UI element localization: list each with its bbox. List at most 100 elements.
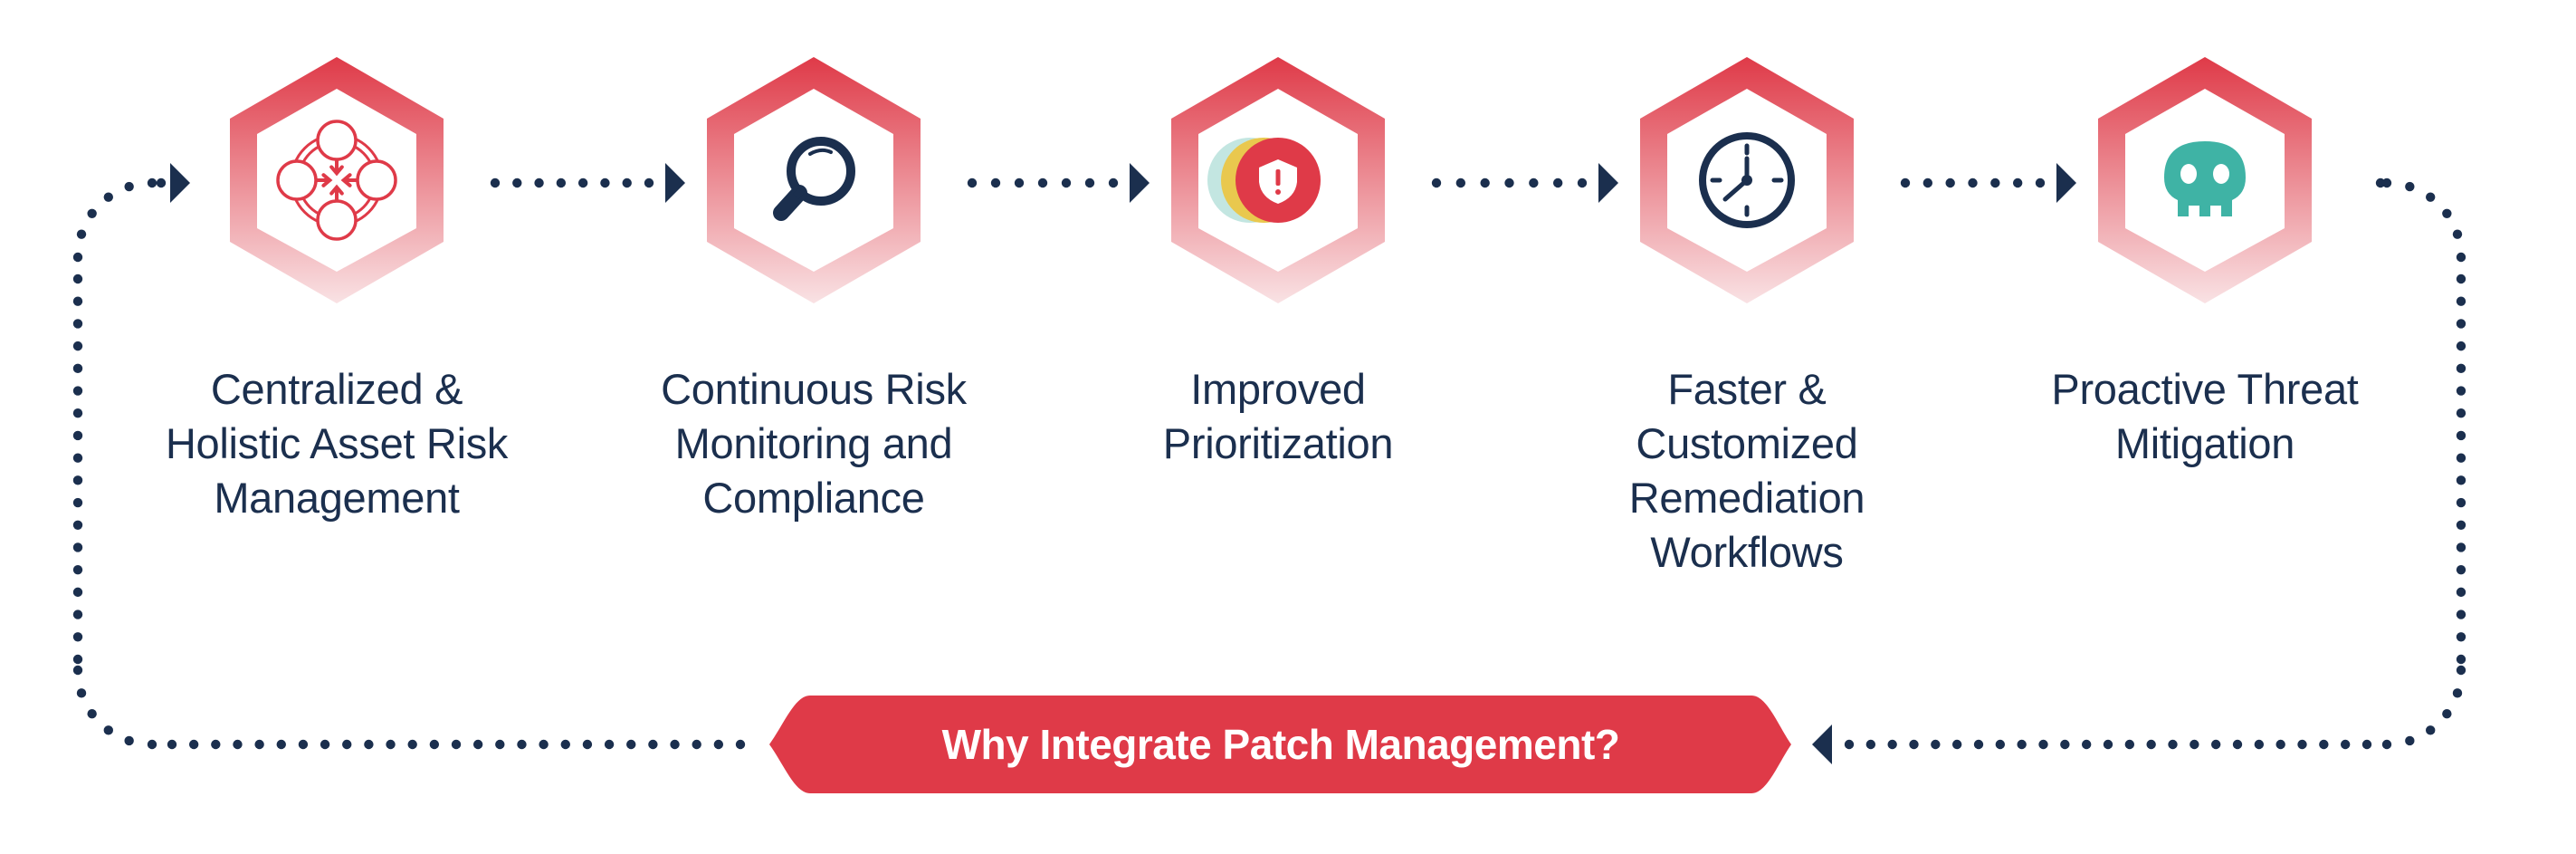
connector-dot [87, 708, 97, 719]
connector-dot [2146, 739, 2156, 750]
connector-dot [2425, 725, 2436, 735]
connector-dot [1529, 178, 1539, 188]
connector-dot [72, 587, 83, 598]
arrow-left-icon [1812, 724, 1832, 764]
connector-dot [2456, 654, 2466, 665]
connector-dot [72, 654, 83, 665]
connector-dot [2456, 497, 2466, 508]
connector-dot [1887, 739, 1897, 750]
connector-dot [517, 739, 527, 750]
connector-dot [1061, 178, 1072, 188]
connector-dot [2456, 520, 2466, 530]
connector-dot [1431, 178, 1442, 188]
connector-dot [72, 363, 83, 374]
connector-dot [534, 178, 544, 188]
connector-dot [1995, 739, 2006, 750]
connector-dot [692, 739, 701, 750]
connector-dot [2275, 739, 2285, 750]
connector-dot [276, 739, 286, 750]
connector-dot [2254, 739, 2265, 750]
connector-dot [72, 665, 83, 676]
connector-dot [1844, 739, 1855, 750]
arrow-right-icon [665, 163, 685, 203]
connector-dot [2456, 587, 2466, 598]
connector-dot [735, 739, 746, 750]
connector-dot [72, 408, 83, 418]
connector-dot [2456, 430, 2466, 441]
connector-dot [472, 739, 483, 750]
connector-dot [2060, 739, 2070, 750]
connector-dot [648, 739, 658, 750]
neck [792, 187, 805, 200]
connector-dot [582, 739, 593, 750]
connector-dot [2456, 609, 2466, 619]
connector-dot [2456, 408, 2466, 418]
connector-dot [87, 208, 97, 219]
connector-dot [147, 178, 157, 188]
step-1 [230, 57, 444, 303]
connector-dot [72, 430, 83, 441]
node-circle [356, 159, 397, 201]
connector-dot [2190, 739, 2199, 750]
connector-dot [512, 178, 522, 188]
connector-dot [211, 739, 221, 750]
connector-dot [72, 542, 83, 552]
exclamation-bar [1275, 169, 1281, 186]
connector-dot [990, 178, 1001, 188]
step-label-line: Centralized & [210, 365, 463, 413]
connector-dot [577, 178, 588, 188]
hexagon-frame [707, 57, 921, 303]
connector-dot [600, 178, 610, 188]
step-label: Continuous Risk Monitoring and Compliance [606, 362, 1022, 525]
connector-dot [2456, 252, 2466, 263]
connector-dot [2081, 739, 2092, 750]
connector-dot [254, 739, 264, 750]
connector-dot [2456, 475, 2466, 485]
hexagon-frame [230, 57, 444, 303]
step-4 [1640, 57, 1854, 303]
skull-icon [2164, 141, 2246, 216]
connector-dot [72, 341, 83, 351]
connector-dot [670, 739, 680, 750]
connector-dot [1552, 178, 1563, 188]
connector-dot [2456, 273, 2466, 284]
connector-dot [2381, 739, 2392, 750]
connector-dot [103, 192, 114, 202]
connector-dot [2297, 739, 2307, 750]
connector-dot [604, 739, 615, 750]
connector-dot [342, 739, 352, 750]
connector-dot [2456, 363, 2466, 374]
connector-dot [2035, 178, 2046, 188]
step-label-line: Proactive Threat [2051, 365, 2359, 413]
connector-dot [622, 178, 632, 188]
connector-dot [490, 178, 501, 188]
step-label-line: Holistic Asset Risk [165, 419, 509, 467]
connector-dot [72, 252, 83, 263]
connector-dot [2405, 181, 2415, 192]
connector-dot [2168, 739, 2178, 750]
connector-dot [2425, 192, 2436, 202]
connector-dot [72, 296, 83, 306]
connector-dot [2012, 178, 2023, 188]
connector-dot [2381, 178, 2392, 188]
connector-dot [298, 739, 309, 750]
connector-dot [72, 497, 83, 508]
node-circle [316, 120, 358, 161]
connector-dot [2405, 735, 2415, 746]
step-label: Proactive Threat Mitigation [1997, 362, 2413, 471]
connector-dot [556, 178, 567, 188]
arrow-right-icon [1130, 163, 1150, 203]
connector-dot [72, 520, 83, 530]
connector-dot [124, 735, 134, 746]
banner-title: Why Integrate Patch Management? [941, 721, 1620, 768]
connector-dot [2038, 739, 2048, 750]
glint [808, 148, 833, 156]
connector-dot [2017, 739, 2027, 750]
connector-dot [2456, 564, 2466, 575]
connector-dot [1900, 178, 1911, 188]
skull-shape [2164, 141, 2246, 216]
clock-icon [1699, 132, 1795, 228]
connector-dot [1865, 739, 1876, 750]
connector-dot [1504, 178, 1514, 188]
connector-dot [1037, 178, 1048, 188]
